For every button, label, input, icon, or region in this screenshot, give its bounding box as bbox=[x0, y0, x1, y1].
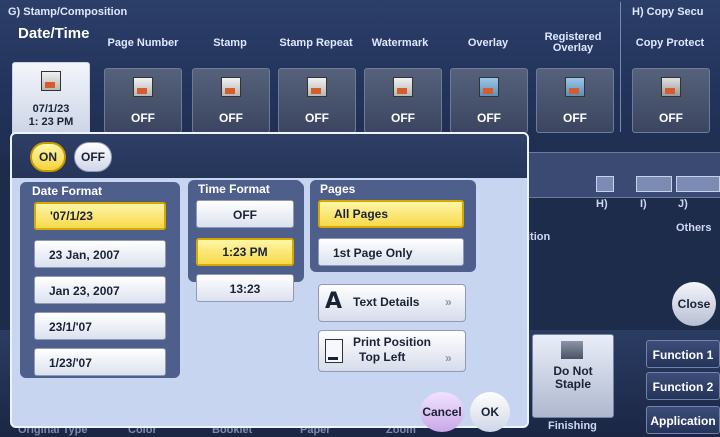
overlay-value: OFF bbox=[477, 111, 501, 125]
close-button[interactable]: Close bbox=[672, 282, 716, 326]
stamp-repeat-tile[interactable]: OFF bbox=[278, 68, 356, 133]
on-toggle[interactable]: ON bbox=[30, 142, 66, 172]
date-format-option-4[interactable]: 23/1/'07 bbox=[34, 312, 166, 340]
time-format-off[interactable]: OFF bbox=[196, 200, 294, 228]
date-time-tile[interactable]: 07/1/23 1: 23 PM bbox=[12, 62, 90, 136]
ok-button[interactable]: OK bbox=[470, 392, 510, 432]
date-format-option-5[interactable]: 1/23/'07 bbox=[34, 348, 166, 376]
label-i: I) bbox=[640, 198, 647, 210]
overlay-tile[interactable]: OFF bbox=[450, 68, 528, 133]
date-format-option-3[interactable]: Jan 23, 2007 bbox=[34, 276, 166, 304]
finishing-label: Finishing bbox=[548, 420, 597, 432]
section-heading-stamp-composition: G) Stamp/Composition bbox=[8, 6, 128, 18]
watermark-icon bbox=[393, 77, 413, 97]
page-position-icon bbox=[325, 339, 343, 363]
print-position-button[interactable]: Print Position Top Left » bbox=[318, 330, 466, 372]
text-details-button[interactable]: A Text Details » bbox=[318, 284, 466, 322]
page-number-icon bbox=[133, 77, 153, 97]
pages-title: Pages bbox=[320, 182, 356, 196]
application-button[interactable]: Application bbox=[646, 406, 720, 434]
section-heading-copy-security: H) Copy Secu bbox=[632, 6, 704, 18]
time-format-1-23-pm[interactable]: 1:23 PM bbox=[196, 238, 294, 266]
date-time-value: 07/1/23 1: 23 PM bbox=[28, 103, 74, 128]
label-j: J) bbox=[678, 198, 688, 210]
date-time-icon bbox=[41, 71, 61, 91]
function-2-button[interactable]: Function 2 bbox=[646, 372, 720, 400]
tab-label-registered-overlay: Registered Overlay bbox=[544, 31, 602, 54]
print-position-value: Top Left bbox=[359, 350, 406, 364]
tab-label-watermark: Watermark bbox=[371, 37, 429, 49]
label-h: H) bbox=[596, 198, 608, 210]
do-not-staple-tile[interactable]: Do Not Staple bbox=[532, 334, 614, 418]
copy-protect-tile[interactable]: OFF bbox=[632, 68, 710, 133]
pages-first-page-only[interactable]: 1st Page Only bbox=[318, 238, 464, 266]
tab-label-stamp-repeat: Stamp Repeat bbox=[279, 37, 353, 49]
tab-label-copy-protect: Copy Protect bbox=[635, 37, 705, 49]
chevron-right-icon: » bbox=[445, 295, 452, 309]
time-format-13-23[interactable]: 13:23 bbox=[196, 274, 294, 302]
stamp-icon bbox=[221, 77, 241, 97]
date-format-option-1[interactable]: '07/1/23 bbox=[34, 202, 166, 230]
pages-all-pages[interactable]: All Pages bbox=[318, 200, 464, 228]
time-format-title-main: Time Format bbox=[198, 182, 270, 196]
function-key-h[interactable] bbox=[596, 176, 614, 192]
text-details-label: Text Details bbox=[353, 295, 420, 309]
function-1-button[interactable]: Function 1 bbox=[646, 340, 720, 368]
registered-overlay-icon bbox=[565, 77, 585, 97]
copy-protect-value: OFF bbox=[659, 111, 683, 125]
stamp-repeat-value: OFF bbox=[305, 111, 329, 125]
cancel-button[interactable]: Cancel bbox=[420, 392, 464, 432]
do-not-staple-label: Do Not Staple bbox=[553, 364, 593, 391]
watermark-value: OFF bbox=[391, 111, 415, 125]
off-toggle[interactable]: OFF bbox=[74, 142, 112, 172]
page-number-tile[interactable]: OFF bbox=[104, 68, 182, 133]
text-a-icon: A bbox=[325, 289, 343, 314]
position-partial-label: ition bbox=[527, 231, 551, 243]
others-label: Others bbox=[676, 222, 712, 234]
stamp-repeat-icon bbox=[307, 77, 327, 97]
tab-label-page-number: Page Number bbox=[107, 37, 179, 49]
registered-overlay-value: OFF bbox=[563, 111, 587, 125]
watermark-tile[interactable]: OFF bbox=[364, 68, 442, 133]
date-format-title: Date Format bbox=[32, 184, 103, 198]
stamp-value: OFF bbox=[219, 111, 243, 125]
function-key-i[interactable] bbox=[636, 176, 672, 192]
overlay-icon bbox=[479, 77, 499, 97]
staple-icon bbox=[561, 341, 583, 359]
stamp-tile[interactable]: OFF bbox=[192, 68, 270, 133]
copy-protect-icon bbox=[661, 77, 681, 97]
tab-label-stamp: Stamp bbox=[213, 37, 247, 49]
registered-overlay-tile[interactable]: OFF bbox=[536, 68, 614, 133]
section-divider bbox=[620, 2, 621, 132]
print-position-label: Print Position bbox=[353, 335, 431, 349]
date-format-option-2[interactable]: 23 Jan, 2007 bbox=[34, 240, 166, 268]
chevron-right-icon-2: » bbox=[445, 351, 452, 365]
tab-label-date-time: Date/Time bbox=[18, 25, 90, 42]
tab-label-overlay: Overlay bbox=[467, 37, 509, 49]
function-key-j[interactable] bbox=[676, 176, 720, 192]
page-number-value: OFF bbox=[131, 111, 155, 125]
